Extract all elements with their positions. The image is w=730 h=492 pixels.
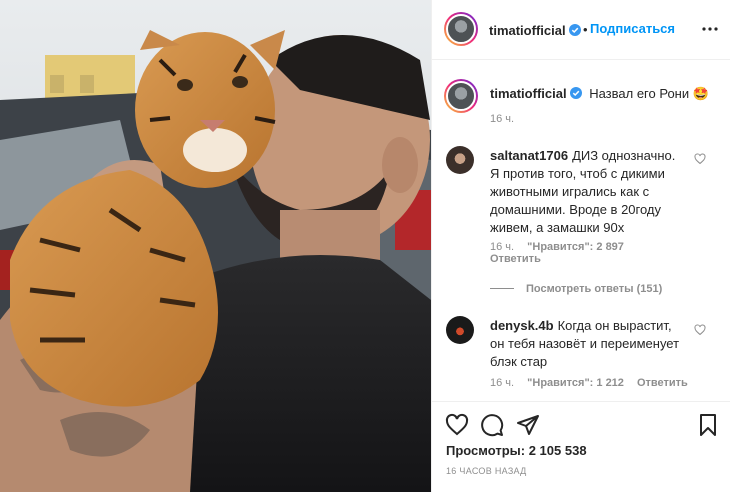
author-username[interactable]: timatiofficial [489, 23, 566, 38]
comment-time: 16 ч. [490, 241, 515, 253]
reply-button[interactable]: Ответить [637, 377, 688, 389]
comment-likes[interactable]: "Нравится": 2 897 [527, 241, 624, 253]
comment-avatar[interactable] [446, 146, 474, 174]
caption-timestamp: 16 ч. [490, 113, 515, 125]
replies-divider [490, 288, 514, 289]
author-avatar[interactable] [444, 12, 478, 46]
reply-button[interactable]: Ответить [490, 253, 541, 265]
post-actions-bar: Просмотры: 2 105 538 16 ЧАСОВ НАЗАД [432, 401, 730, 492]
caption-avatar[interactable] [444, 79, 478, 113]
header-separator: • [583, 22, 588, 37]
comment-username[interactable]: denysk.4b [490, 318, 554, 333]
view-replies-label: Посмотреть ответы (151) [526, 283, 663, 295]
bookmark-icon[interactable] [696, 413, 720, 437]
post-header: timatiofficial • Подписаться [432, 0, 730, 60]
views-label: Просмотры: [446, 443, 526, 458]
caption-text: Назвал его Рони 🤩 [589, 86, 709, 101]
comment-time: 16 ч. [490, 377, 515, 389]
more-options-icon[interactable] [700, 22, 720, 36]
views-count[interactable]: Просмотры: 2 105 538 [446, 443, 587, 458]
view-replies-link[interactable]: Посмотреть ответы (151) [490, 283, 662, 295]
comment-icon[interactable] [480, 413, 504, 437]
post-photo[interactable] [0, 0, 431, 492]
post-timestamp[interactable]: 16 ЧАСОВ НАЗАД [446, 466, 527, 476]
comments-list[interactable]: timatiofficial Назвал его Рони 🤩 16 ч. s… [432, 61, 730, 401]
verified-badge-icon [569, 87, 582, 99]
comment-body: saltanat1706 ДИЗ однозначно. Я против тог… [490, 147, 686, 237]
views-value: 2 105 538 [528, 443, 587, 458]
paper-plane-icon[interactable] [516, 413, 540, 437]
comment-avatar[interactable] [446, 316, 474, 344]
post-side-panel: timatiofficial • Подписаться timatioffic… [431, 0, 730, 492]
comment-username[interactable]: saltanat1706 [490, 148, 568, 163]
author-username-row: timatiofficial [489, 22, 581, 38]
follow-button[interactable]: Подписаться [590, 21, 675, 36]
comment-like-heart-icon[interactable] [694, 153, 706, 165]
heart-icon[interactable] [445, 413, 469, 437]
post-image [0, 0, 431, 492]
caption-username[interactable]: timatiofficial [490, 86, 567, 101]
comment-meta: 16 ч. "Нравится": 2 897 [490, 241, 634, 253]
comment-meta: 16 ч. "Нравится": 1 212 Ответить [490, 377, 698, 389]
comment-likes[interactable]: "Нравится": 1 212 [527, 377, 624, 389]
post-caption: timatiofficial Назвал его Рони 🤩 [490, 85, 720, 103]
verified-badge-icon [568, 24, 581, 36]
comment-body: denysk.4b Когда он вырастит, он тебя назо… [490, 317, 686, 371]
comment-like-heart-icon[interactable] [694, 324, 706, 336]
